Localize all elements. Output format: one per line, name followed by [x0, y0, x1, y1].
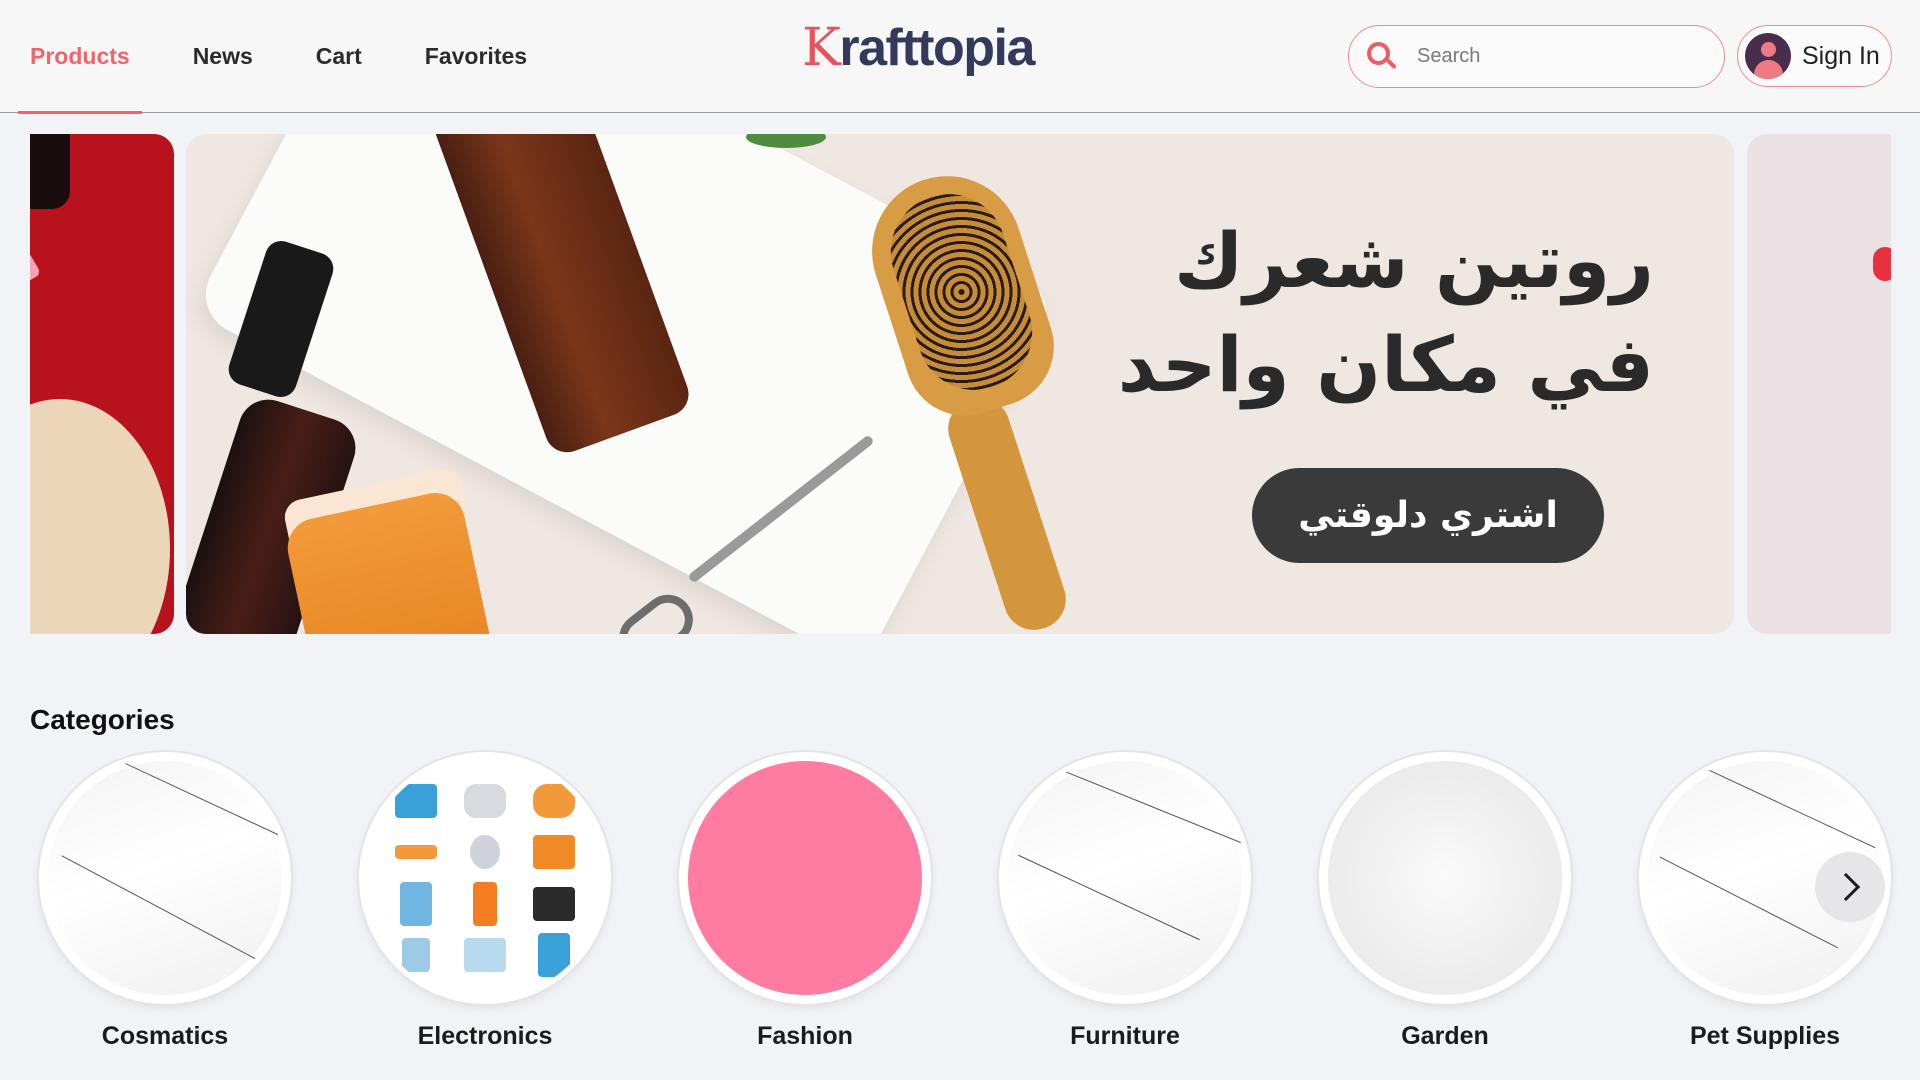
- shop-now-button[interactable]: اشتري دلوقتي: [1252, 468, 1604, 563]
- search-icon[interactable]: [1367, 41, 1397, 72]
- category-cosmetics[interactable]: Cosmatics: [35, 752, 295, 1051]
- category-fashion[interactable]: Fashion: [675, 752, 935, 1051]
- nav-news[interactable]: News: [193, 0, 253, 113]
- categories-next-button[interactable]: [1815, 852, 1885, 922]
- category-label: Pet Supplies: [1689, 1022, 1841, 1050]
- category-image: [999, 752, 1251, 1004]
- usb-drive-icon: [395, 845, 438, 860]
- nav-favorites[interactable]: Favorites: [425, 0, 527, 113]
- scissors-handle-image: [609, 584, 703, 634]
- category-image: [39, 752, 291, 1004]
- category-image: [679, 752, 931, 1004]
- search-box[interactable]: [1348, 25, 1725, 88]
- category-garden[interactable]: Garden: [1315, 752, 1575, 1051]
- product-accent-image: [30, 251, 42, 283]
- nav-products[interactable]: Products: [18, 0, 142, 114]
- banner-headline-line2: في مكان واحد: [1117, 320, 1654, 409]
- sign-in-label: Sign In: [1802, 41, 1880, 70]
- brush-handle-image: [940, 390, 1074, 634]
- category-electronics[interactable]: Electronics: [355, 752, 615, 1051]
- category-image: [1319, 752, 1571, 1004]
- banner-headline: روتين شعرك في مكان واحد: [1094, 209, 1654, 417]
- categories-title: Categories: [30, 704, 175, 735]
- carousel-slide-next[interactable]: [1747, 134, 1891, 634]
- console-icon: [463, 938, 506, 973]
- user-avatar-icon: [1745, 33, 1791, 79]
- brand-logo[interactable]: Krafttopia: [802, 18, 1035, 78]
- plug-icon: [402, 938, 431, 973]
- phone-icon: [472, 881, 497, 926]
- search-input[interactable]: [1417, 45, 1697, 68]
- nav-cart[interactable]: Cart: [316, 0, 362, 113]
- gamepad-icon: [463, 783, 506, 818]
- product-tube-image: [30, 134, 70, 209]
- banner-headline-line1: روتين شعرك: [1174, 216, 1654, 305]
- webcam-icon: [469, 835, 500, 870]
- camera-icon: [532, 886, 575, 921]
- electronics-icons: [382, 775, 588, 981]
- hero-carousel[interactable]: روتين شعرك في مكان واحد اشتري دلوقتي: [30, 134, 1891, 634]
- chevron-right-icon: [1831, 872, 1861, 902]
- logo-text: rafttopia: [839, 19, 1035, 77]
- monitor-icon: [395, 783, 438, 818]
- headphones-icon: [532, 783, 575, 818]
- category-label: Garden: [1401, 1022, 1489, 1050]
- categories-list: Cosmatics Electronics Fashion Furniture …: [30, 752, 1892, 1062]
- main-nav: Products News Cart Favorites: [18, 0, 590, 114]
- carousel-slide-current[interactable]: روتين شعرك في مكان واحد اشتري دلوقتي: [186, 134, 1734, 634]
- hard-drive-icon: [400, 881, 433, 926]
- carousel-slide-previous[interactable]: [30, 134, 174, 634]
- logo-letter: K: [802, 18, 841, 78]
- category-label: Cosmatics: [101, 1022, 229, 1050]
- product-accent-image: [1873, 247, 1891, 281]
- category-label: Furniture: [1070, 1022, 1180, 1050]
- tablet-icon: [537, 933, 570, 978]
- sign-in-button[interactable]: Sign In: [1737, 25, 1892, 87]
- product-disk-image: [30, 399, 170, 634]
- category-image: [359, 752, 611, 1004]
- top-header: Products News Cart Favorites Krafttopia …: [0, 0, 1920, 114]
- category-label: Electronics: [417, 1022, 553, 1050]
- category-furniture[interactable]: Furniture: [995, 752, 1255, 1051]
- laptop-icon: [532, 835, 575, 870]
- category-label: Fashion: [757, 1022, 853, 1050]
